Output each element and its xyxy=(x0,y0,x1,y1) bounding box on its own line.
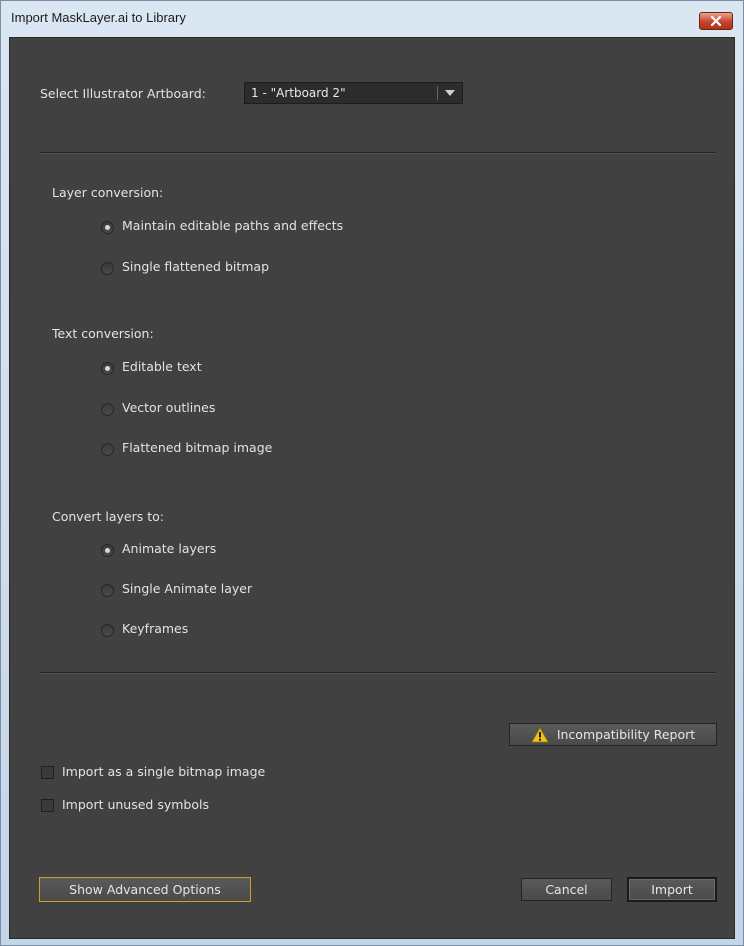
artboard-select[interactable]: 1 - "Artboard 2" xyxy=(244,82,463,104)
cancel-button[interactable]: Cancel xyxy=(521,878,612,901)
radio-label-maintain-editable-paths[interactable]: Maintain editable paths and effects xyxy=(122,218,343,233)
window-title: Import MaskLayer.ai to Library xyxy=(11,10,186,25)
convert-layers-heading: Convert layers to: xyxy=(52,509,165,524)
checkbox-import-single-bitmap[interactable] xyxy=(41,766,54,779)
layer-conversion-heading: Layer conversion: xyxy=(52,185,164,200)
radio-editable-text[interactable] xyxy=(101,362,114,375)
show-advanced-options-button[interactable]: Show Advanced Options xyxy=(39,877,251,902)
radio-label-editable-text[interactable]: Editable text xyxy=(122,359,202,374)
radio-maintain-editable-paths[interactable] xyxy=(101,221,114,234)
checkbox-label-import-single-bitmap[interactable]: Import as a single bitmap image xyxy=(62,764,265,779)
warning-icon xyxy=(531,726,549,742)
dialog-content: Select Illustrator Artboard: 1 - "Artboa… xyxy=(9,37,735,939)
checkbox-label-import-unused-symbols[interactable]: Import unused symbols xyxy=(62,797,209,812)
radio-label-animate-layers[interactable]: Animate layers xyxy=(122,541,216,556)
radio-single-animate-layer[interactable] xyxy=(101,584,114,597)
text-conversion-heading: Text conversion: xyxy=(52,326,154,341)
import-button[interactable]: Import xyxy=(627,877,717,902)
radio-keyframes[interactable] xyxy=(101,624,114,637)
checkbox-import-unused-symbols[interactable] xyxy=(41,799,54,812)
divider xyxy=(40,152,716,154)
radio-single-flattened-bitmap[interactable] xyxy=(101,262,114,275)
artboard-select-value: 1 - "Artboard 2" xyxy=(251,86,346,100)
incompatibility-report-button[interactable]: Incompatibility Report xyxy=(509,723,717,746)
radio-label-keyframes[interactable]: Keyframes xyxy=(122,621,188,636)
radio-vector-outlines[interactable] xyxy=(101,403,114,416)
radio-animate-layers[interactable] xyxy=(101,544,114,557)
import-dialog-window: Import MaskLayer.ai to Library Select Il… xyxy=(0,0,744,946)
radio-flattened-bitmap-image[interactable] xyxy=(101,443,114,456)
title-bar[interactable]: Import MaskLayer.ai to Library xyxy=(1,1,743,37)
chevron-down-icon[interactable] xyxy=(445,90,455,96)
divider xyxy=(40,672,716,674)
radio-label-single-animate-layer[interactable]: Single Animate layer xyxy=(122,581,252,596)
radio-label-single-flattened-bitmap[interactable]: Single flattened bitmap xyxy=(122,259,269,274)
close-button[interactable] xyxy=(699,12,733,30)
radio-label-flattened-bitmap-image[interactable]: Flattened bitmap image xyxy=(122,440,272,455)
artboard-label: Select Illustrator Artboard: xyxy=(40,86,206,101)
incompatibility-report-label: Incompatibility Report xyxy=(556,727,696,742)
close-icon xyxy=(710,16,722,26)
select-divider xyxy=(437,86,438,100)
radio-label-vector-outlines[interactable]: Vector outlines xyxy=(122,400,215,415)
